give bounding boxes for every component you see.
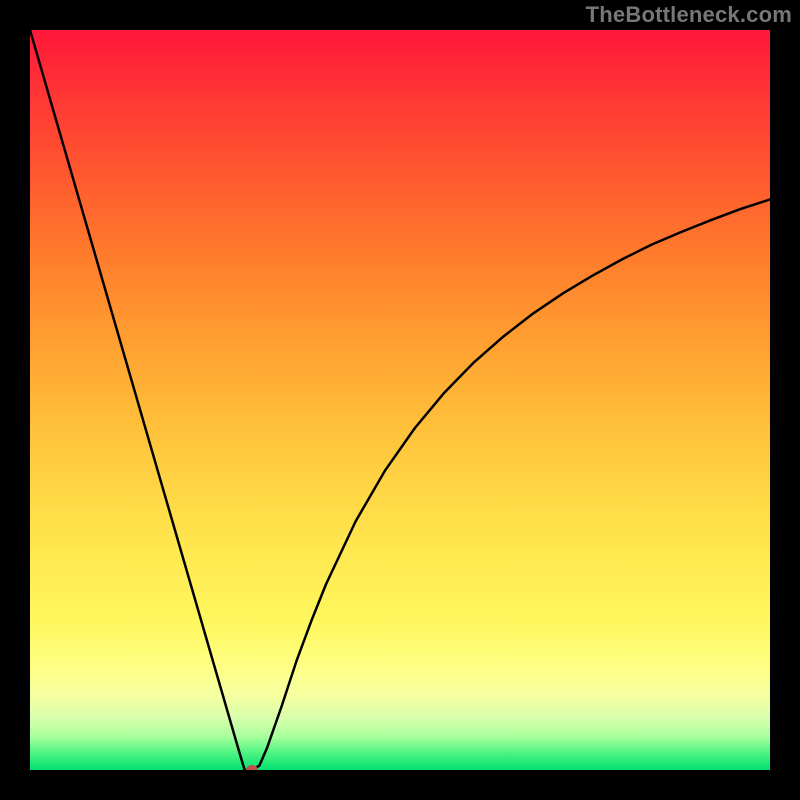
- plot-background: [30, 30, 770, 770]
- chart-frame: TheBottleneck.com: [0, 0, 800, 800]
- attribution-label: TheBottleneck.com: [586, 2, 792, 28]
- bottleneck-chart: [30, 30, 770, 770]
